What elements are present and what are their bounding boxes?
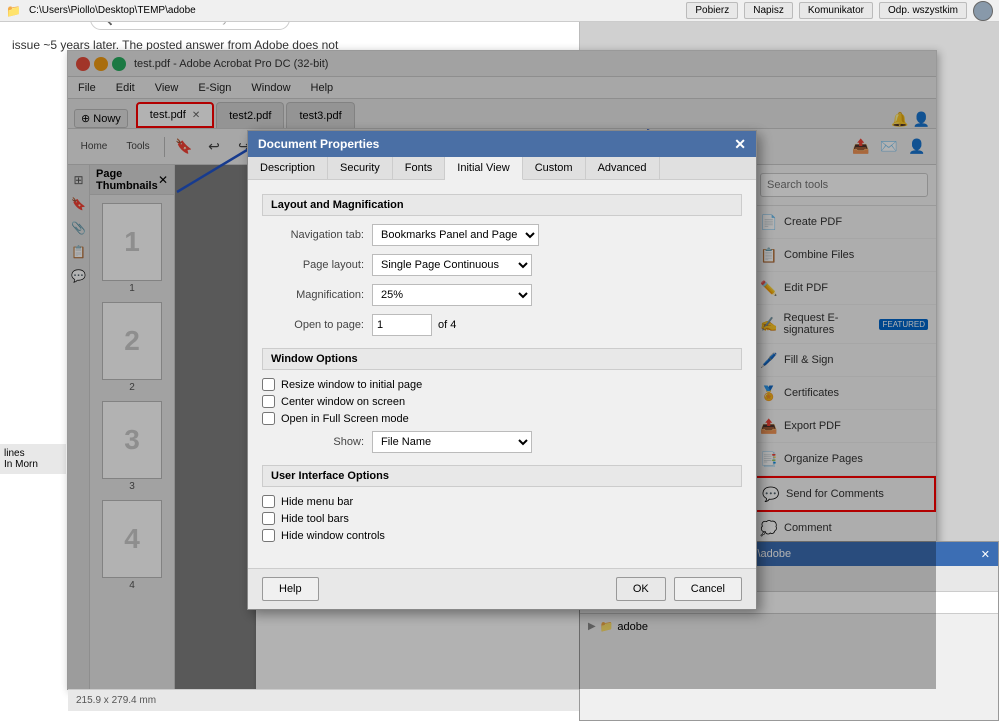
magnification-label: Magnification: xyxy=(262,289,372,301)
open-to-page-input[interactable] xyxy=(372,314,432,336)
ui-options-section: User Interface Options Hide menu bar Hid… xyxy=(262,465,742,542)
page-dimensions: 215.9 x 279.4 mm xyxy=(76,695,156,706)
window-options-section: Window Options Resize window to initial … xyxy=(262,348,742,453)
ui-options-header: User Interface Options xyxy=(262,465,742,487)
dialog-footer-spacer xyxy=(327,577,608,601)
resize-checkbox-row: Resize window to initial page xyxy=(262,378,742,391)
fm-close[interactable]: ✕ xyxy=(981,548,990,561)
fullscreen-label: Open in Full Screen mode xyxy=(281,413,409,425)
page-layout-label: Page layout: xyxy=(262,259,372,271)
dialog-tab-custom[interactable]: Custom xyxy=(523,157,586,179)
napisz-button[interactable]: Napisz xyxy=(744,2,793,19)
open-to-page-label: Open to page: xyxy=(262,319,372,331)
dialog-title-bar: Document Properties ✕ xyxy=(248,131,756,157)
layout-section: Layout and Magnification Navigation tab:… xyxy=(262,194,742,336)
center-checkbox[interactable] xyxy=(262,395,275,408)
dialog-tab-fonts[interactable]: Fonts xyxy=(393,157,446,179)
center-label: Center window on screen xyxy=(281,396,405,408)
resize-checkbox[interactable] xyxy=(262,378,275,391)
dialog-tab-advanced[interactable]: Advanced xyxy=(586,157,660,179)
hide-menubar-row: Hide menu bar xyxy=(262,495,742,508)
dialog-overlay: Document Properties ✕ Description Securi… xyxy=(68,51,936,689)
hide-window-checkbox[interactable] xyxy=(262,529,275,542)
window-options-header: Window Options xyxy=(262,348,742,370)
taskbar-left: 📁 C:\Users\Piollo\Desktop\TEMP\adobe xyxy=(6,4,196,18)
navigation-tab-select[interactable]: Bookmarks Panel and Page xyxy=(372,224,539,246)
layout-section-header: Layout and Magnification xyxy=(262,194,742,216)
dialog-tab-description[interactable]: Description xyxy=(248,157,328,179)
show-select[interactable]: File Name xyxy=(372,431,532,453)
magnification-select[interactable]: 25% xyxy=(372,284,532,306)
odp-wszystkim-button[interactable]: Odp. wszystkim xyxy=(879,2,967,19)
dialog-tab-security[interactable]: Security xyxy=(328,157,393,179)
dialog-tab-initial-view[interactable]: Initial View xyxy=(445,157,522,180)
page-layout-select[interactable]: Single Page Continuous xyxy=(372,254,532,276)
hide-toolbar-checkbox[interactable] xyxy=(262,512,275,525)
acrobat-window: test.pdf - Adobe Acrobat Pro DC (32-bit)… xyxy=(67,50,937,690)
hide-toolbar-label: Hide tool bars xyxy=(281,513,349,525)
hide-menubar-checkbox[interactable] xyxy=(262,495,275,508)
hide-window-row: Hide window controls xyxy=(262,529,742,542)
dialog-title-text: Document Properties xyxy=(258,137,379,151)
windows-taskbar: 📁 C:\Users\Piollo\Desktop\TEMP\adobe Pob… xyxy=(0,0,999,22)
dialog-body: Layout and Magnification Navigation tab:… xyxy=(248,180,756,568)
show-label: Show: xyxy=(262,436,372,448)
dialog-cancel-button[interactable]: Cancel xyxy=(674,577,742,601)
fullscreen-checkbox-row: Open in Full Screen mode xyxy=(262,412,742,425)
user-avatar xyxy=(973,1,993,21)
magnification-row: Magnification: 25% xyxy=(262,284,742,306)
open-to-page-of: of 4 xyxy=(438,319,456,331)
navigation-tab-row: Navigation tab: Bookmarks Panel and Page xyxy=(262,224,742,246)
show-row: Show: File Name xyxy=(262,431,742,453)
hide-toolbar-row: Hide tool bars xyxy=(262,512,742,525)
dialog-ok-button[interactable]: OK xyxy=(616,577,666,601)
dialog-close-button[interactable]: ✕ xyxy=(734,136,746,153)
page-layout-row: Page layout: Single Page Continuous xyxy=(262,254,742,276)
center-checkbox-row: Center window on screen xyxy=(262,395,742,408)
hide-menubar-label: Hide menu bar xyxy=(281,496,353,508)
dialog-help-button[interactable]: Help xyxy=(262,577,319,601)
hide-window-label: Hide window controls xyxy=(281,530,385,542)
resize-label: Resize window to initial page xyxy=(281,379,422,391)
pobierz-button[interactable]: Pobierz xyxy=(686,2,738,19)
fullscreen-checkbox[interactable] xyxy=(262,412,275,425)
taskbar-folder-icon: 📁 xyxy=(6,4,21,18)
in-morn-text: In Morn xyxy=(4,459,62,470)
dialog-footer: Help OK Cancel xyxy=(248,568,756,609)
document-properties-dialog: Document Properties ✕ Description Securi… xyxy=(247,130,757,610)
taskbar-path: C:\Users\Piollo\Desktop\TEMP\adobe xyxy=(29,5,196,16)
lines-text: lines xyxy=(4,448,62,459)
open-to-page-row: Open to page: of 4 xyxy=(262,314,742,336)
komunikator-button[interactable]: Komunikator xyxy=(799,2,873,19)
taskbar-right: Pobierz Napisz Komunikator Odp. wszystki… xyxy=(686,1,993,21)
dialog-tabs: Description Security Fonts Initial View … xyxy=(248,157,756,180)
sidebar-text-lines: lines In Morn xyxy=(0,444,66,474)
navigation-tab-label: Navigation tab: xyxy=(262,229,372,241)
